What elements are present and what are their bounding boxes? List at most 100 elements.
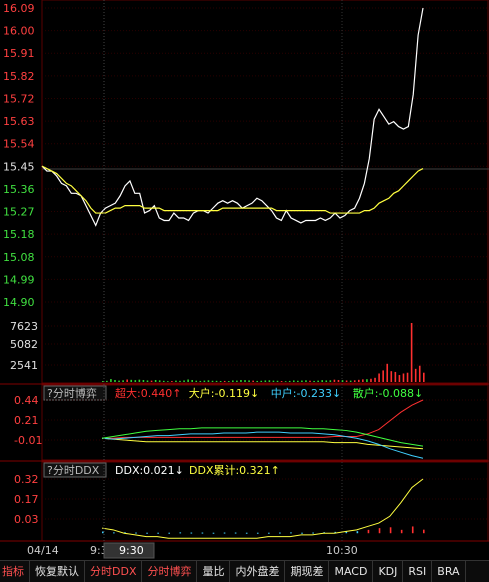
- indicator-tab-bar: 指标 恢复默认 分时DDX 分时博弈 量比 内外盘差 期现差 MACD KDJ RSI BRA: [0, 560, 489, 582]
- ddx-bar: [168, 532, 171, 534]
- indicator-tab[interactable]: BRA: [432, 561, 466, 582]
- volume-bar: [252, 380, 254, 382]
- ddx-bar: [234, 532, 237, 534]
- volume-bar: [301, 380, 303, 382]
- volume-bar: [264, 380, 267, 382]
- volume-bar: [349, 380, 352, 382]
- ddx-bar: [400, 529, 403, 534]
- boyi-axis-label: 0.44: [14, 394, 39, 407]
- time-cursor-label: 9:30: [119, 544, 144, 557]
- volume-bar: [207, 380, 210, 382]
- ddx-axis-label: 0.03: [14, 513, 39, 526]
- ddx-series-line: [101, 478, 424, 539]
- price-axis-label: 14.99: [3, 273, 35, 286]
- volume-bar: [223, 380, 226, 382]
- volume-bar: [345, 380, 348, 382]
- volume-bar: [341, 380, 344, 382]
- ddx-bar: [301, 532, 303, 534]
- volume-bar: [305, 380, 307, 382]
- volume-bar: [244, 380, 246, 382]
- volume-bar: [191, 379, 193, 382]
- indicator-tab[interactable]: 恢复默认: [30, 561, 85, 582]
- price-axis-label: 15.91: [3, 47, 35, 60]
- volume-bar: [313, 380, 315, 382]
- volume-bar: [288, 380, 291, 382]
- indicator-tab[interactable]: 量比: [197, 561, 231, 582]
- volume-bar: [134, 380, 137, 382]
- price-axis-label: 16.09: [3, 2, 35, 15]
- indicator-tab[interactable]: 分时博弈: [142, 561, 198, 582]
- volume-bar: [199, 380, 202, 382]
- volume-bar: [414, 368, 417, 382]
- volume-bar: [154, 379, 157, 382]
- volume-bar: [240, 379, 242, 382]
- volume-bar: [215, 380, 218, 382]
- ddx-axis-label: 0.17: [14, 493, 39, 506]
- ddx-bar: [113, 532, 115, 534]
- volume-bar: [138, 379, 141, 382]
- volume-axis-label: 5082: [10, 338, 38, 351]
- volume-bar: [219, 380, 222, 382]
- boyi-indicator: 散户:-0.088↓: [353, 386, 423, 400]
- indicator-tab[interactable]: KDJ: [373, 561, 404, 582]
- volume-bar: [203, 380, 206, 382]
- ddx-indicator: DDX累计:0.321↑: [189, 464, 280, 477]
- volume-bar: [309, 380, 311, 382]
- indicator-tab[interactable]: 期现差: [285, 561, 330, 582]
- volume-bar: [248, 380, 250, 382]
- ddx-bar: [223, 532, 226, 534]
- volume-bar: [146, 380, 149, 382]
- volume-bar: [357, 379, 360, 382]
- volume-bar: [370, 378, 372, 382]
- price-axis-label: 15.27: [3, 206, 35, 219]
- ddx-bar: [102, 531, 104, 534]
- volume-bar: [276, 380, 279, 382]
- ddx-bar: [201, 532, 204, 534]
- ddx-bar: [367, 529, 370, 534]
- volume-bar: [418, 365, 421, 382]
- ddx-indicator: DDX:0.021↓: [115, 464, 184, 477]
- boyi-indicator: 大户:-0.119↓: [189, 386, 259, 400]
- volume-bar: [317, 380, 319, 382]
- volume-bar: [118, 380, 120, 382]
- volume-bar: [337, 379, 340, 382]
- ddx-bar: [256, 532, 259, 534]
- indicator-tab[interactable]: 分时DDX: [85, 561, 143, 582]
- volume-bar: [236, 380, 238, 382]
- indicator-tab[interactable]: MACD: [329, 561, 374, 582]
- ddx-bar: [157, 532, 159, 534]
- chart-area: 16.09 16.00 15.91 15.82 15.72 15.63 15.54 15.45…: [0, 0, 489, 559]
- volume-bar: [390, 371, 393, 382]
- volume-bar: [232, 380, 234, 382]
- volume-bar: [106, 380, 108, 382]
- volume-bar: [126, 379, 128, 382]
- volume-bar: [410, 323, 413, 382]
- price-axis-label: 15.18: [3, 228, 35, 241]
- ddx-bar: [389, 527, 392, 534]
- price-axis-label: 15.45: [3, 160, 35, 173]
- volume-bar: [183, 380, 185, 382]
- volume-bar: [297, 380, 299, 382]
- price-line: [41, 7, 424, 227]
- volume-bar: [272, 380, 275, 382]
- indicator-tab[interactable]: RSI: [403, 561, 433, 582]
- volume-bar: [325, 380, 328, 382]
- volume-bar: [292, 380, 295, 382]
- ddx-bar: [245, 532, 248, 534]
- indicator-tab[interactable]: 指标: [0, 561, 30, 582]
- volume-bar: [268, 380, 271, 382]
- volume-bar: [382, 370, 384, 382]
- volume-bar: [187, 379, 189, 382]
- volume-bar: [394, 371, 397, 382]
- price-axis-label: 14.90: [3, 296, 35, 309]
- volume-bar: [284, 381, 287, 382]
- ddx-bar: [312, 532, 314, 534]
- volume-bar: [374, 377, 376, 382]
- indicator-tab[interactable]: 内外盘差: [230, 561, 286, 582]
- ddx-bar: [411, 526, 414, 534]
- ddx-bar: [179, 532, 182, 534]
- volume-bar: [333, 379, 336, 382]
- volume-bar: [179, 380, 181, 382]
- volume-bar: [329, 380, 332, 382]
- volume-axis-label: 2541: [10, 359, 38, 372]
